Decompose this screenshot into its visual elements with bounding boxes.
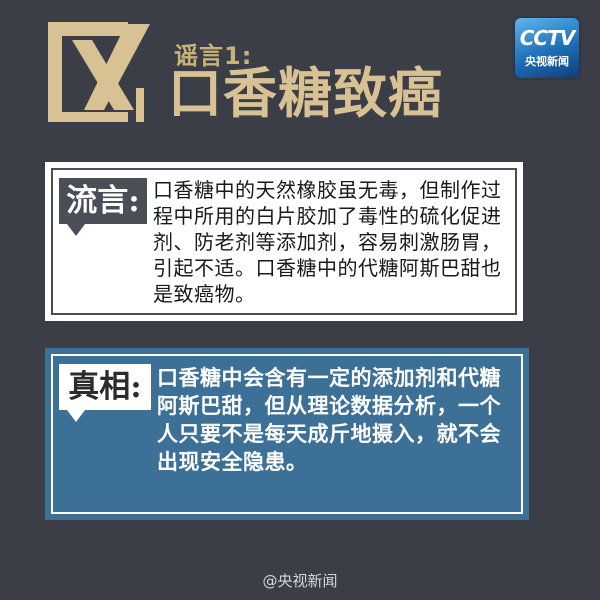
rumor-text: 口香糖中的天然橡胶虽无毒，但制作过程中所用的白片胶加了毒性的硫化促进剂、防老剂等… — [153, 178, 502, 306]
logo-subtitle: 央视新闻 — [525, 55, 569, 68]
headline: 口香糖致癌 — [168, 62, 443, 125]
logo-mark: CCTV — [519, 26, 575, 50]
rumor-card: 流言: 口香糖中的天然橡胶虽无毒，但制作过程中所用的白片胶加了毒性的硫化促进剂、… — [45, 162, 523, 321]
truth-card: 真相: 口香糖中会含有一定的添加剂和代糖阿斯巴甜，但从理论数据分析，一个人只要不… — [45, 348, 529, 520]
rumor-label-pointer — [67, 224, 85, 236]
footer-watermark: @央视新闻 — [262, 572, 338, 590]
cross-mark-icon — [48, 22, 150, 122]
cctv-logo: CCTV 央视新闻 — [515, 18, 579, 78]
truth-label: 真相: — [59, 364, 151, 410]
truth-label-pointer — [67, 410, 85, 422]
rumor-label: 流言: — [59, 178, 147, 224]
truth-text: 口香糖中会含有一定的添加剂和代糖阿斯巴甜，但从理论数据分析，一个人只要不是每天成… — [157, 366, 501, 474]
